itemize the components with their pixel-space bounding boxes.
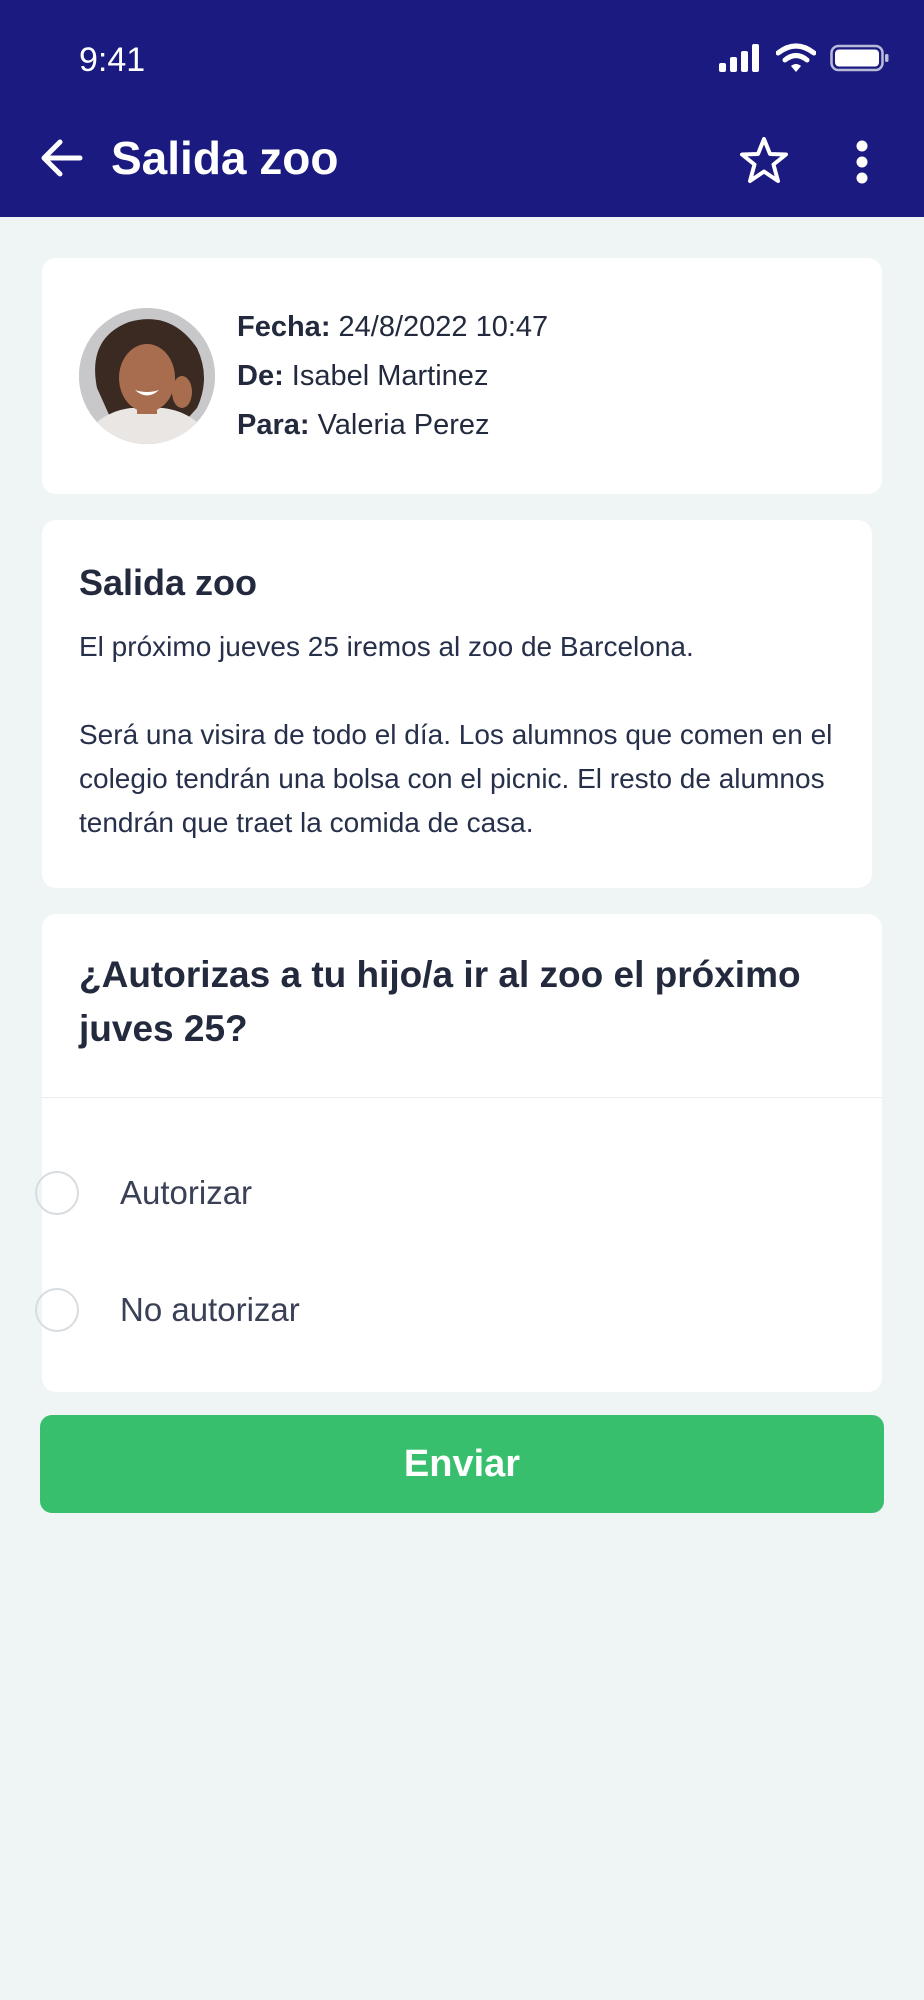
message-paragraph: Será una visira de todo el día. Los alum…	[79, 719, 833, 838]
favorite-button[interactable]	[736, 134, 792, 190]
message-paragraph: El próximo jueves 25 iremos al zoo de Ba…	[79, 631, 694, 662]
meta-date: Fecha: 24/8/2022 10:47	[237, 311, 549, 343]
battery-icon	[830, 43, 890, 78]
message-meta-card: Fecha: 24/8/2022 10:47 De: Isabel Martin…	[42, 258, 882, 494]
back-button[interactable]	[36, 134, 88, 186]
arrow-left-icon	[40, 138, 84, 183]
option-no-autorizar[interactable]: No autorizar	[35, 1280, 795, 1340]
meta-from: De: Isabel Martinez	[237, 360, 489, 392]
radio-button[interactable]	[35, 1171, 79, 1215]
status-icons	[718, 42, 890, 78]
message-body: El próximo jueves 25 iremos al zoo de Ba…	[79, 625, 849, 845]
question-text: ¿Autorizas a tu hijo/a ir al zoo el próx…	[79, 954, 801, 1049]
cellular-signal-icon	[718, 43, 762, 78]
app-header: 9:41 Salida zoo	[0, 0, 924, 217]
option-label: No autorizar	[120, 1291, 300, 1328]
page-title: Salida zoo	[111, 132, 339, 184]
star-outline-icon	[739, 136, 789, 189]
meta-to: Para: Valeria Perez	[237, 409, 490, 441]
option-label: Autorizar	[120, 1174, 253, 1211]
message-card: Salida zoo El próximo jueves 25 iremos a…	[42, 520, 872, 888]
status-time: 9:41	[79, 41, 146, 79]
sender-avatar	[79, 308, 215, 444]
more-options-button[interactable]	[842, 136, 882, 192]
more-vertical-icon	[855, 140, 869, 189]
send-button[interactable]: Enviar	[40, 1415, 884, 1513]
wifi-icon	[775, 43, 817, 78]
message-meta: Fecha: 24/8/2022 10:47 De: Isabel Martin…	[237, 303, 548, 450]
option-autorizar[interactable]: Autorizar	[35, 1163, 795, 1223]
divider	[42, 1097, 882, 1098]
radio-button[interactable]	[35, 1288, 79, 1332]
message-title: Salida zoo	[79, 562, 258, 603]
